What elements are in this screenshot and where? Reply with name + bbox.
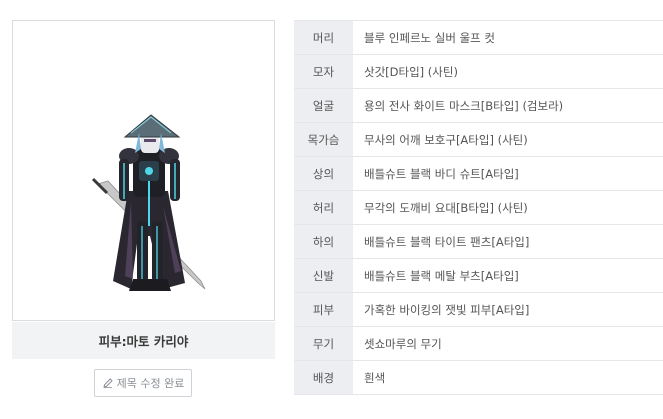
equipment-table: 머리 블루 인페르노 실버 울프 컷 모자 삿갓[D타입] (사틴) 얼굴 용의… xyxy=(294,20,663,395)
equipment-slot-bottom: 하의 xyxy=(294,225,353,258)
equipment-slot-head: 머리 xyxy=(294,21,353,54)
equipment-slot-background: 배경 xyxy=(294,361,353,394)
equipment-slot-top: 상의 xyxy=(294,157,353,190)
equipment-item-bottom[interactable]: 배틀슈트 블랙 타이트 팬츠[A타입] xyxy=(353,225,663,258)
character-sprite xyxy=(91,114,206,291)
equipment-item-neck-chest[interactable]: 무사의 어깨 보호구[A타입] (사틴) xyxy=(353,123,663,156)
equipment-slot-skin: 피부 xyxy=(294,293,353,326)
equipment-row: 허리 무각의 도깨비 요대[B타입] (사틴) xyxy=(294,191,663,225)
equipment-row: 목가슴 무사의 어깨 보호구[A타입] (사틴) xyxy=(294,123,663,157)
character-portrait xyxy=(12,20,275,321)
equipment-row: 피부 가혹한 바이킹의 잿빛 피부[A타입] xyxy=(294,293,663,327)
equipment-row: 신발 배틀슈트 블랙 메탈 부츠[A타입] xyxy=(294,259,663,293)
equipment-row: 배경 흰색 xyxy=(294,361,663,395)
equipment-slot-shoes: 신발 xyxy=(294,259,353,292)
edit-title-label: 제목 수정 완료 xyxy=(116,377,185,390)
equipment-row: 무기 셋쇼마루의 무기 xyxy=(294,327,663,361)
equipment-row: 얼굴 용의 전사 화이트 마스크[B타입] (검보라) xyxy=(294,89,663,123)
equipment-slot-hat: 모자 xyxy=(294,55,353,88)
equipment-item-weapon[interactable]: 셋쇼마루의 무기 xyxy=(353,327,663,360)
equipment-item-face[interactable]: 용의 전사 화이트 마스크[B타입] (검보라) xyxy=(353,89,663,122)
equipment-slot-face: 얼굴 xyxy=(294,89,353,122)
character-name: 피부:마토 카리야 xyxy=(12,322,275,359)
equipment-item-skin[interactable]: 가혹한 바이킹의 잿빛 피부[A타입] xyxy=(353,293,663,326)
pencil-icon xyxy=(102,378,113,389)
equipment-item-background[interactable]: 흰색 xyxy=(353,361,663,394)
equipment-slot-weapon: 무기 xyxy=(294,327,353,360)
equipment-slot-neck-chest: 목가슴 xyxy=(294,123,353,156)
equipment-item-head[interactable]: 블루 인페르노 실버 울프 컷 xyxy=(353,21,663,54)
equipment-item-top[interactable]: 배틀슈트 블랙 바디 슈트[A타입] xyxy=(353,157,663,190)
equipment-row: 머리 블루 인페르노 실버 울프 컷 xyxy=(294,21,663,55)
equipment-row: 모자 삿갓[D타입] (사틴) xyxy=(294,55,663,89)
equipment-slot-waist: 허리 xyxy=(294,191,353,224)
equipment-item-hat[interactable]: 삿갓[D타입] (사틴) xyxy=(353,55,663,88)
edit-title-button[interactable]: 제목 수정 완료 xyxy=(94,369,192,397)
equipment-row: 하의 배틀슈트 블랙 타이트 팬츠[A타입] xyxy=(294,225,663,259)
equipment-item-waist[interactable]: 무각의 도깨비 요대[B타입] (사틴) xyxy=(353,191,663,224)
equipment-row: 상의 배틀슈트 블랙 바디 슈트[A타입] xyxy=(294,157,663,191)
equipment-item-shoes[interactable]: 배틀슈트 블랙 메탈 부츠[A타입] xyxy=(353,259,663,292)
avatar-page: 피부:마토 카리야 제목 수정 완료 머리 블루 인페르노 실버 울프 컷 모자… xyxy=(0,0,663,419)
